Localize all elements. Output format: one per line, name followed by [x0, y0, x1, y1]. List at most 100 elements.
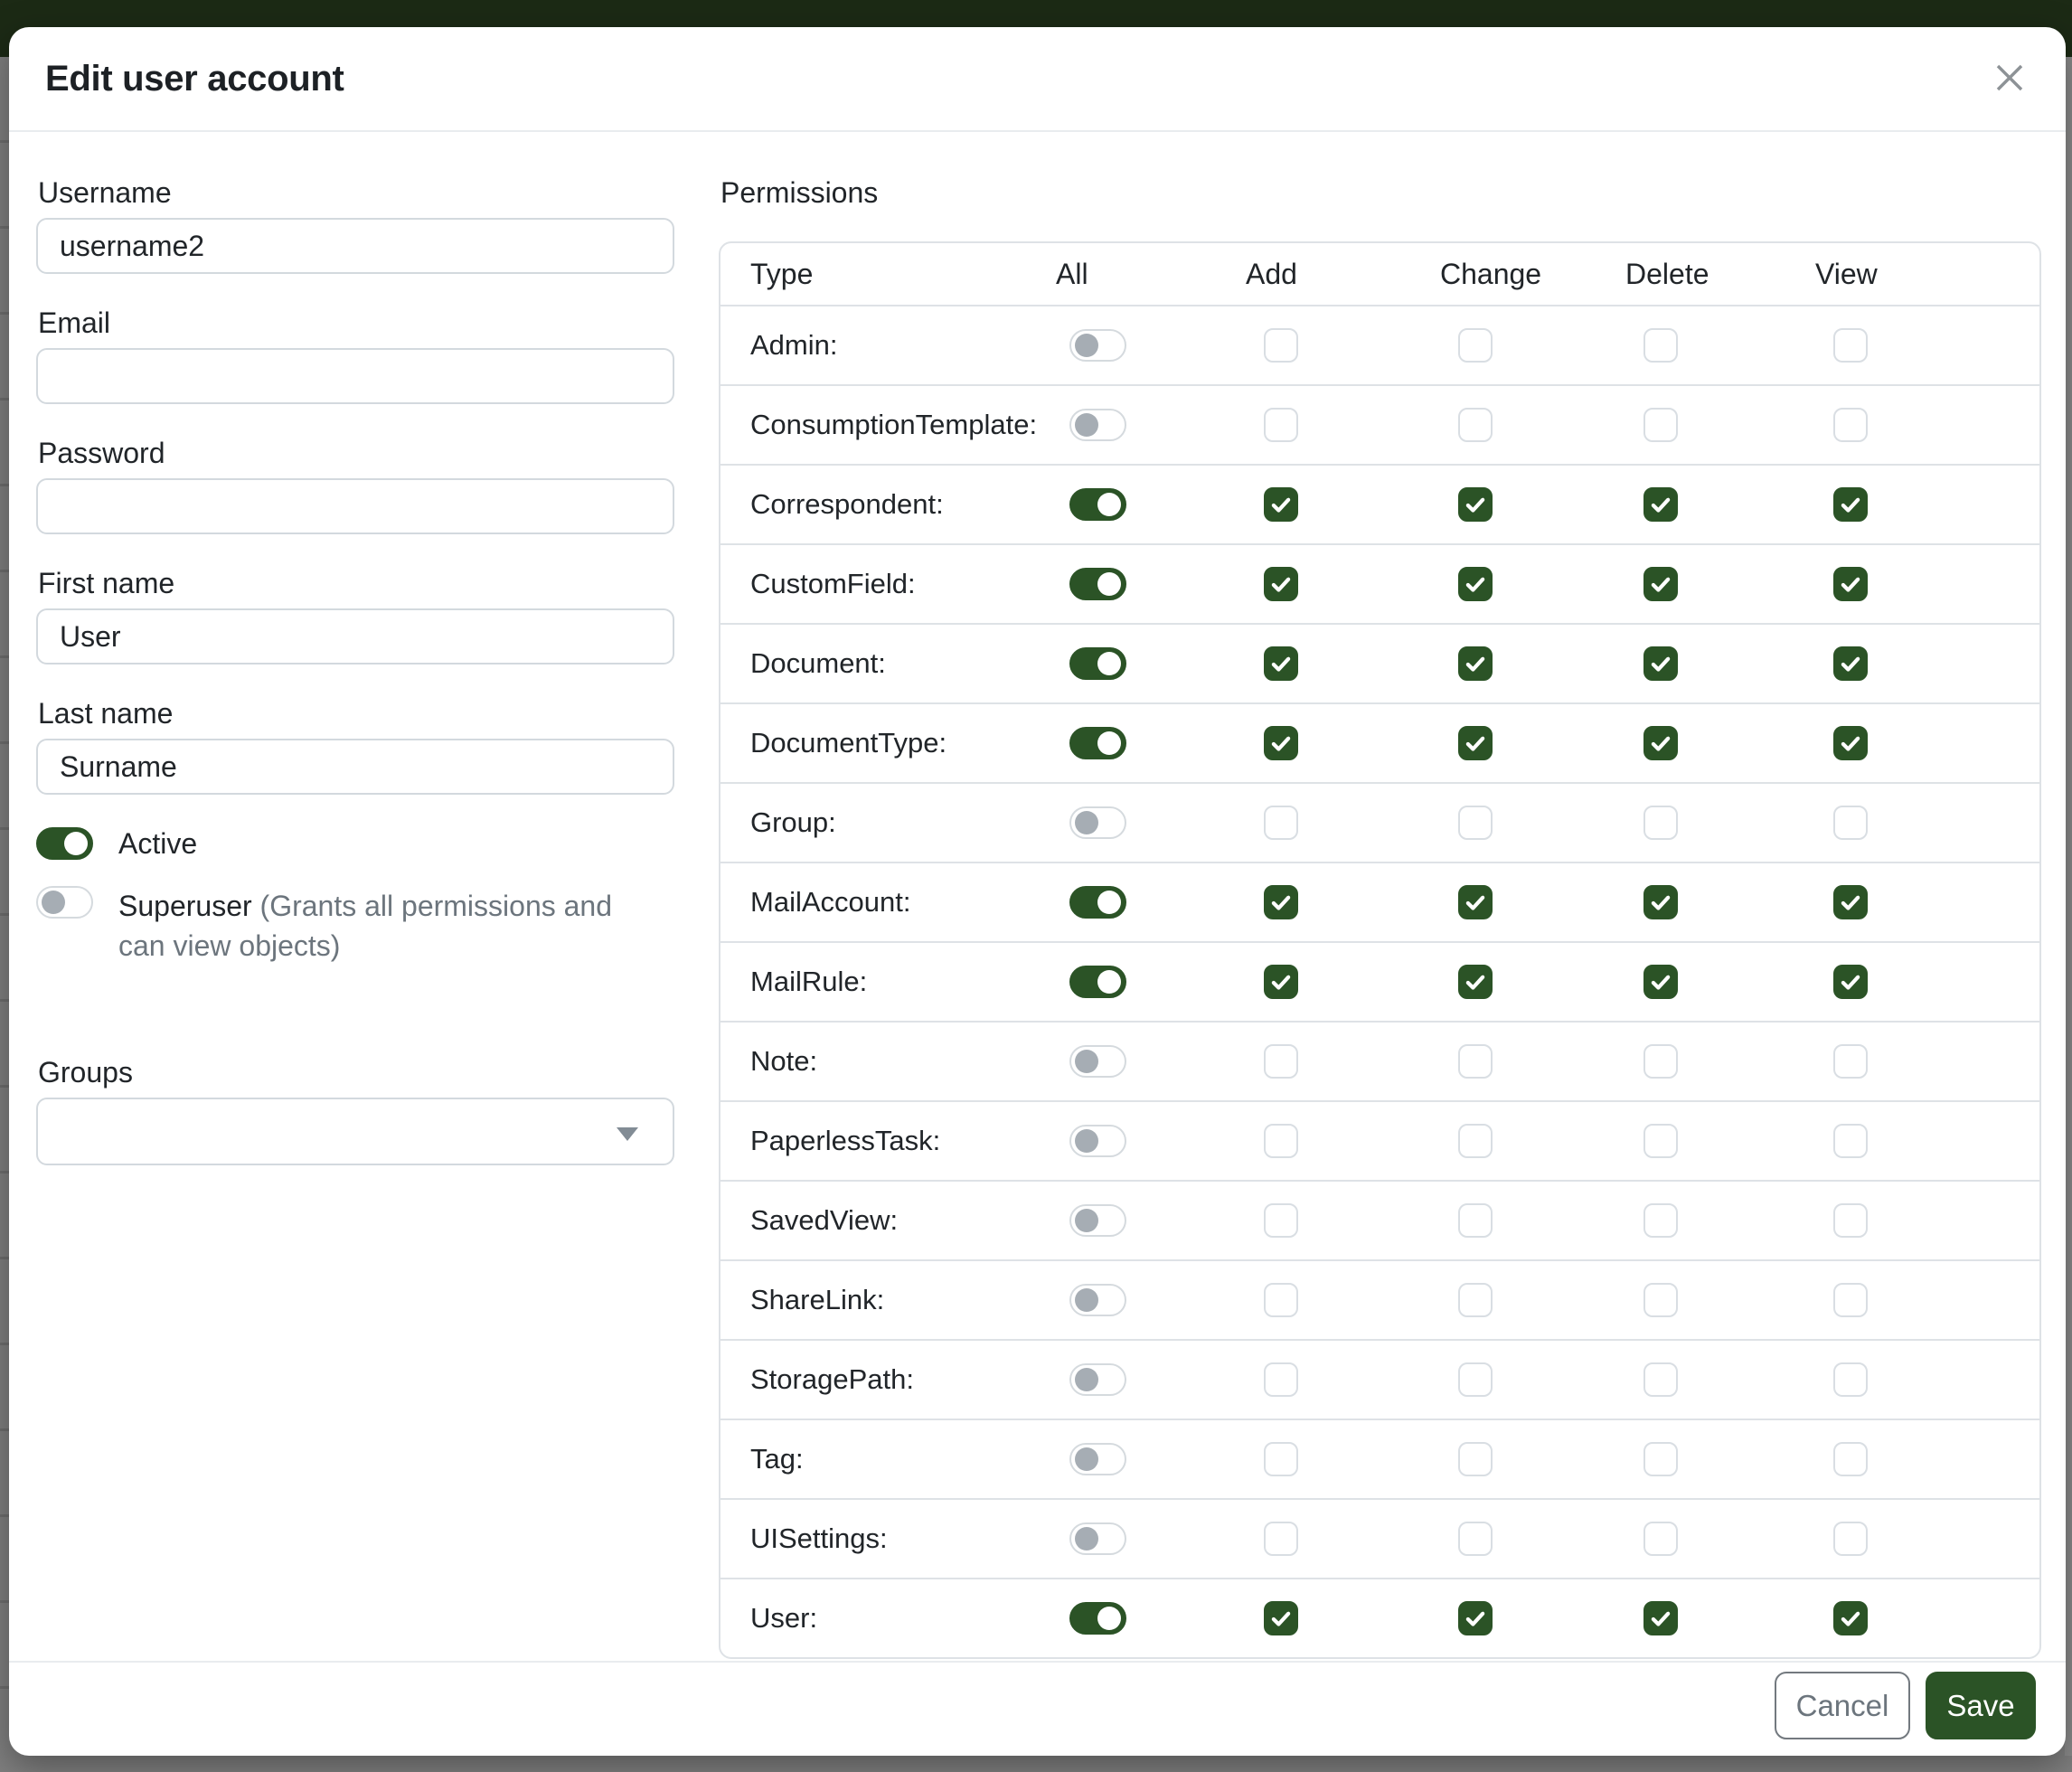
active-toggle[interactable] — [36, 827, 93, 860]
cancel-button[interactable]: Cancel — [1775, 1672, 1910, 1739]
permission-view-checkbox[interactable] — [1833, 328, 1868, 363]
permission-delete-checkbox[interactable] — [1643, 1362, 1678, 1397]
permission-view-checkbox[interactable] — [1833, 567, 1868, 601]
permission-add-checkbox[interactable] — [1264, 1124, 1298, 1158]
permission-add-checkbox[interactable] — [1264, 1044, 1298, 1079]
permission-add-checkbox[interactable] — [1264, 1203, 1298, 1238]
permission-all-toggle[interactable] — [1069, 647, 1126, 680]
permission-all-toggle[interactable] — [1069, 1363, 1126, 1396]
permission-change-checkbox[interactable] — [1458, 1362, 1493, 1397]
toggle-knob — [1075, 1209, 1098, 1232]
close-button[interactable] — [1990, 59, 2030, 99]
permission-change-checkbox[interactable] — [1458, 646, 1493, 681]
permission-view-checkbox[interactable] — [1833, 1442, 1868, 1476]
permission-view-checkbox[interactable] — [1833, 1203, 1868, 1238]
permission-view-checkbox[interactable] — [1833, 1124, 1868, 1158]
permission-view-checkbox[interactable] — [1833, 408, 1868, 442]
permission-add-checkbox[interactable] — [1264, 806, 1298, 840]
permission-add-checkbox[interactable] — [1264, 726, 1298, 760]
superuser-toggle[interactable] — [36, 886, 93, 919]
permission-delete-checkbox[interactable] — [1643, 567, 1678, 601]
permission-add-checkbox[interactable] — [1264, 1362, 1298, 1397]
permission-view-checkbox[interactable] — [1833, 965, 1868, 999]
permission-change-checkbox[interactable] — [1458, 487, 1493, 522]
permission-all-toggle[interactable] — [1069, 1522, 1126, 1555]
permission-view-checkbox[interactable] — [1833, 1522, 1868, 1556]
permission-view-checkbox[interactable] — [1833, 1044, 1868, 1079]
groups-select[interactable] — [36, 1098, 674, 1165]
permission-view-checkbox[interactable] — [1833, 885, 1868, 919]
last-name-input[interactable] — [36, 739, 674, 795]
permission-all-toggle[interactable] — [1069, 1125, 1126, 1157]
permission-change-checkbox[interactable] — [1458, 328, 1493, 363]
permission-delete-checkbox[interactable] — [1643, 1283, 1678, 1317]
permission-change-checkbox[interactable] — [1458, 1203, 1493, 1238]
permission-all-toggle[interactable] — [1069, 966, 1126, 998]
email-input[interactable] — [36, 348, 674, 404]
permission-type-label: UISettings: — [720, 1522, 1056, 1555]
permission-add-checkbox[interactable] — [1264, 487, 1298, 522]
permission-change-checkbox[interactable] — [1458, 1124, 1493, 1158]
permission-delete-checkbox[interactable] — [1643, 806, 1678, 840]
permission-add-checkbox[interactable] — [1264, 885, 1298, 919]
permission-delete-checkbox[interactable] — [1643, 328, 1678, 363]
permission-view-checkbox[interactable] — [1833, 726, 1868, 760]
permission-change-checkbox[interactable] — [1458, 408, 1493, 442]
permission-add-checkbox[interactable] — [1264, 1522, 1298, 1556]
first-name-input[interactable] — [36, 608, 674, 664]
permission-change-checkbox[interactable] — [1458, 726, 1493, 760]
permission-all-toggle[interactable] — [1069, 1443, 1126, 1475]
permission-all-toggle[interactable] — [1069, 329, 1126, 362]
permission-add-checkbox[interactable] — [1264, 646, 1298, 681]
permission-delete-checkbox[interactable] — [1643, 1044, 1678, 1079]
permission-delete-checkbox[interactable] — [1643, 487, 1678, 522]
permission-view-checkbox[interactable] — [1833, 806, 1868, 840]
permission-add-checkbox[interactable] — [1264, 567, 1298, 601]
permission-all-toggle[interactable] — [1069, 1045, 1126, 1078]
permission-all-toggle[interactable] — [1069, 727, 1126, 759]
permission-all-toggle[interactable] — [1069, 409, 1126, 441]
permission-delete-checkbox[interactable] — [1643, 1442, 1678, 1476]
permission-view-checkbox[interactable] — [1833, 487, 1868, 522]
permission-change-checkbox[interactable] — [1458, 1442, 1493, 1476]
permission-delete-checkbox[interactable] — [1643, 1601, 1678, 1635]
permission-view-checkbox[interactable] — [1833, 1601, 1868, 1635]
permission-all-toggle[interactable] — [1069, 1284, 1126, 1316]
permission-all-toggle[interactable] — [1069, 1602, 1126, 1635]
permission-delete-checkbox[interactable] — [1643, 885, 1678, 919]
permission-change-checkbox[interactable] — [1458, 1283, 1493, 1317]
permission-add-checkbox[interactable] — [1264, 965, 1298, 999]
permission-delete-checkbox[interactable] — [1643, 726, 1678, 760]
permission-change-checkbox[interactable] — [1458, 965, 1493, 999]
permission-delete-checkbox[interactable] — [1643, 965, 1678, 999]
permission-add-checkbox[interactable] — [1264, 328, 1298, 363]
permission-view-checkbox[interactable] — [1833, 1362, 1868, 1397]
permission-all-toggle[interactable] — [1069, 1204, 1126, 1237]
permission-all-toggle[interactable] — [1069, 568, 1126, 600]
permission-change-checkbox[interactable] — [1458, 885, 1493, 919]
permission-all-toggle[interactable] — [1069, 488, 1126, 521]
permission-change-checkbox[interactable] — [1458, 1601, 1493, 1635]
permission-delete-checkbox[interactable] — [1643, 1203, 1678, 1238]
permission-delete-checkbox[interactable] — [1643, 408, 1678, 442]
permission-change-checkbox[interactable] — [1458, 1522, 1493, 1556]
permission-add-checkbox[interactable] — [1264, 1601, 1298, 1635]
password-input[interactable] — [36, 478, 674, 534]
permission-change-checkbox[interactable] — [1458, 567, 1493, 601]
permission-delete-checkbox[interactable] — [1643, 1522, 1678, 1556]
permission-add-checkbox[interactable] — [1264, 1283, 1298, 1317]
permission-delete-checkbox[interactable] — [1643, 1124, 1678, 1158]
permission-add-checkbox[interactable] — [1264, 1442, 1298, 1476]
permission-view-checkbox[interactable] — [1833, 646, 1868, 681]
username-input[interactable] — [36, 218, 674, 274]
permission-view-checkbox[interactable] — [1833, 1283, 1868, 1317]
checkmark-icon — [1269, 731, 1293, 755]
permission-all-toggle[interactable] — [1069, 886, 1126, 919]
permission-delete-checkbox[interactable] — [1643, 646, 1678, 681]
permission-add-checkbox[interactable] — [1264, 408, 1298, 442]
permission-change-checkbox[interactable] — [1458, 1044, 1493, 1079]
permission-change-checkbox[interactable] — [1458, 806, 1493, 840]
permission-all-toggle[interactable] — [1069, 806, 1126, 839]
checkmark-icon — [1464, 891, 1487, 914]
save-button[interactable]: Save — [1926, 1672, 2036, 1739]
